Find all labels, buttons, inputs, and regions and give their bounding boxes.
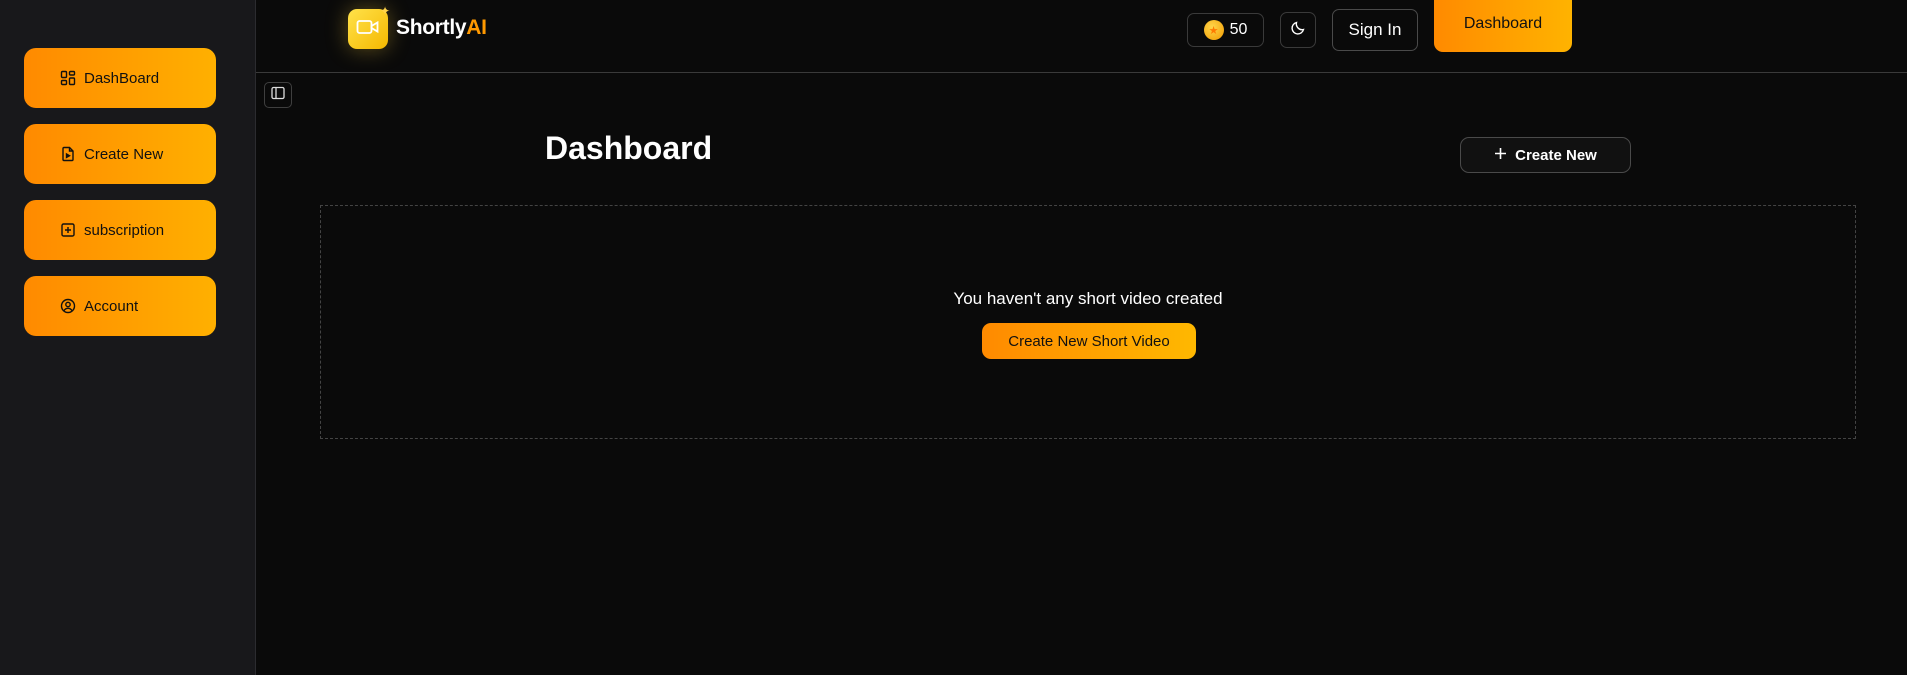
sidebar-item-label: Create New [84, 145, 164, 163]
create-new-button[interactable]: Create New [1460, 137, 1631, 173]
file-video-icon [60, 146, 76, 162]
dashboard-button[interactable]: Dashboard [1434, 0, 1572, 52]
create-new-label: Create New [1515, 146, 1597, 164]
sidebar-item-subscription[interactable]: subscription [24, 200, 216, 260]
sidebar-item-label: DashBoard [84, 69, 160, 87]
panel-left-icon [271, 86, 285, 105]
theme-toggle-button[interactable] [1280, 12, 1316, 48]
empty-state-message: You haven't any short video created [953, 289, 1223, 308]
sidebar-item-account[interactable]: Account [24, 276, 216, 336]
brand-name[interactable]: ShortlyAI [396, 16, 487, 40]
empty-state-panel: You haven't any short video created Crea… [320, 205, 1856, 439]
video-camera-icon [356, 18, 380, 41]
sidebar-toggle-button[interactable] [264, 82, 292, 108]
plus-square-icon [60, 222, 76, 238]
moon-icon [1290, 20, 1306, 41]
sidebar: DashBoard Create New subscription Accoun… [0, 0, 256, 675]
plus-icon [1494, 147, 1507, 164]
credits-badge[interactable]: ★ 50 [1187, 13, 1264, 47]
sidebar-item-label: Account [84, 297, 139, 315]
sparkle-icon: ✦ [380, 4, 391, 18]
sidebar-item-create-new[interactable]: Create New [24, 124, 216, 184]
user-circle-icon [60, 298, 76, 314]
create-new-short-video-button[interactable]: Create New Short Video [982, 323, 1196, 359]
page-title: Dashboard [545, 130, 713, 166]
sidebar-item-dashboard[interactable]: DashBoard [24, 48, 216, 108]
sign-in-button[interactable]: Sign In [1332, 9, 1418, 51]
sidebar-item-label: subscription [84, 221, 165, 239]
top-header: ✦ ShortlyAI ★ 50 Sign In Dashboard [256, 0, 1907, 73]
credits-value: 50 [1229, 21, 1248, 38]
layout-grid-icon [60, 70, 76, 86]
coin-icon: ★ [1203, 20, 1224, 40]
